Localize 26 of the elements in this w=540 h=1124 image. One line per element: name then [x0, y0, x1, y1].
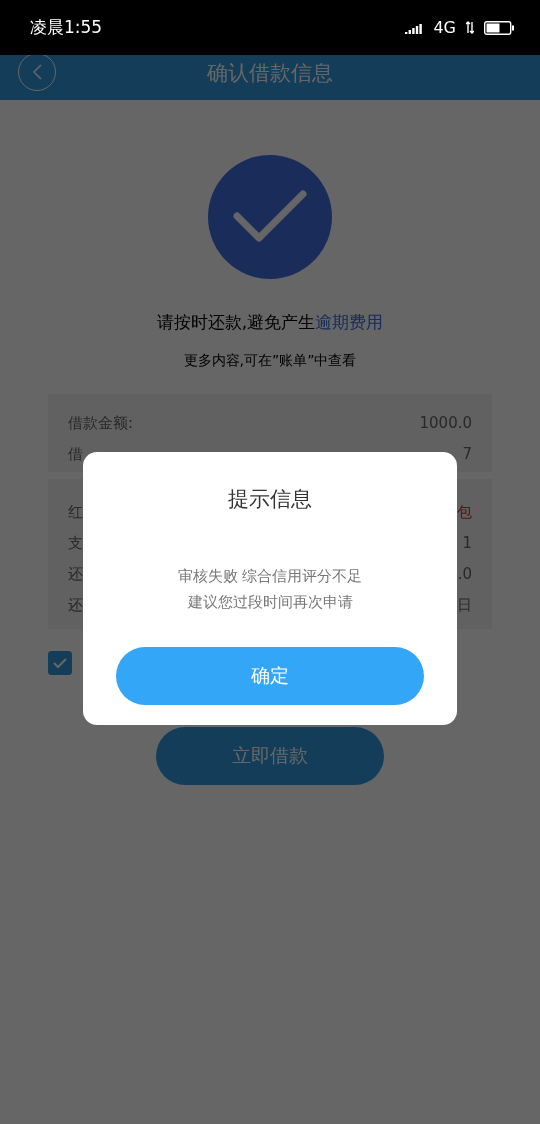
row-label: 还: [68, 596, 83, 615]
row-label: 支: [68, 534, 83, 553]
signal-icon: [405, 21, 424, 34]
confirm-button[interactable]: 确定: [116, 647, 424, 705]
data-arrows-icon: [466, 21, 474, 34]
agreement-checkbox[interactable]: [48, 651, 72, 675]
row-value: 1000.0: [419, 414, 472, 433]
row-value: 7: [462, 445, 472, 464]
page-title: 确认借款信息: [207, 59, 333, 87]
row-value: 包: [457, 503, 472, 522]
overdue-fee-link[interactable]: 逾期费用: [315, 312, 384, 332]
back-chevron-icon: [31, 63, 43, 81]
battery-icon: [484, 20, 514, 35]
row-value: 1: [462, 534, 472, 553]
borrow-now-button[interactable]: 立即借款: [156, 727, 384, 785]
repay-reminder: 请按时还款,避免产生逾期费用: [156, 311, 384, 334]
dialog-message: 审核失败 综合信用评分不足 建议您过段时间再次申请: [177, 566, 363, 613]
status-time: 凌晨1:55: [30, 16, 103, 39]
row-value: .0: [457, 565, 472, 584]
row-label: 红: [68, 503, 83, 522]
row-label: 借: [68, 445, 83, 464]
row-label: 还: [68, 565, 83, 584]
checkmark-icon: [52, 657, 68, 669]
bill-hint: 更多内容,可在”账单”中查看: [183, 352, 357, 370]
dialog-title: 提示信息: [228, 486, 312, 513]
network-label: 4G: [433, 18, 456, 37]
